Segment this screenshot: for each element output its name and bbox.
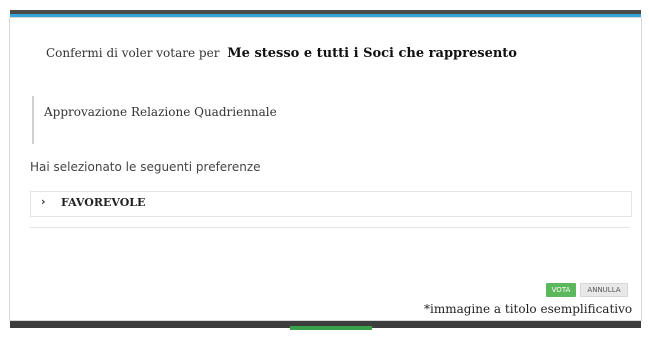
confirm-subject: Me stesso e tutti i Soci che rappresento [227,46,517,61]
disclaimer-text: *immagine a titolo esemplificativo [424,302,633,316]
window-top-bar [10,10,641,18]
chevron-right-icon[interactable]: › [41,195,46,208]
selected-choice-label: FAVOREVOLE [61,196,146,209]
selected-choice-row[interactable]: › FAVOREVOLE [30,191,632,217]
vote-button[interactable]: VOTA [546,283,576,297]
divider [30,227,630,228]
preferences-heading: Hai selezionato le seguenti preferenze [30,160,261,174]
question-title: Approvazione Relazione Quadriennale [44,105,277,119]
cancel-button[interactable]: ANNULLA [580,283,628,297]
bottom-green-strip [290,326,372,330]
confirm-message: Confermi di voler votare per Me stesso e… [46,46,517,61]
confirm-prefix: Confermi di voler votare per [46,46,220,60]
question-block: Approvazione Relazione Quadriennale [32,96,624,144]
